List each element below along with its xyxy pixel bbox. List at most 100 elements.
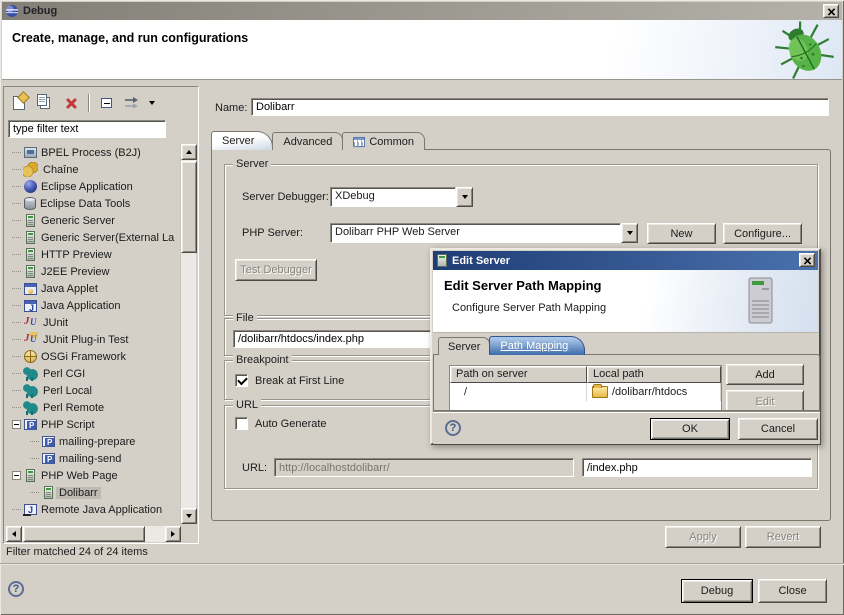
horizontal-scroll-thumb[interactable] (23, 526, 145, 542)
tree-item-perl-cgi[interactable]: Perl CGI (6, 365, 181, 382)
vertical-scroll-thumb[interactable] (181, 161, 197, 253)
perl-icon (23, 400, 38, 415)
expander-minus-icon[interactable] (12, 420, 21, 429)
cancel-button[interactable]: Cancel (738, 418, 818, 440)
ok-button[interactable]: OK (650, 418, 730, 440)
tree-item-java-applet[interactable]: Java Applet (6, 280, 181, 297)
break-at-first-line-checkbox[interactable] (235, 374, 248, 387)
tree-horizontal-scrollbar[interactable] (6, 526, 181, 542)
tab-advanced[interactable]: Advanced (272, 132, 343, 150)
scroll-right-button[interactable] (165, 526, 181, 542)
tree-item-http-preview[interactable]: HTTP Preview (6, 246, 181, 263)
dialog-help-button[interactable]: ? (445, 420, 461, 436)
tree-item-junit[interactable]: JUnit (6, 314, 181, 331)
new-configuration-button[interactable] (8, 92, 30, 114)
debug-button[interactable]: Debug (681, 579, 753, 603)
empty-row (450, 401, 721, 411)
tree-connector (10, 163, 23, 176)
tree-item-cha-ne[interactable]: Chaîne (6, 161, 181, 178)
edit-mapping-button[interactable]: Edit (726, 390, 804, 411)
tree-item-dolibarr[interactable]: Dolibarr (6, 484, 181, 501)
scroll-up-button[interactable] (181, 144, 197, 160)
tree-item-remote-java-application[interactable]: Remote Java Application (6, 501, 181, 518)
mapping-row[interactable]: //dolibarr/htdocs (450, 383, 721, 401)
tab-label: Advanced (283, 136, 332, 148)
tree-item-php-script[interactable]: PHP Script (6, 416, 181, 433)
column-header-local-path[interactable]: Local path (587, 366, 721, 383)
tab-path-mapping[interactable]: Path Mapping (489, 336, 585, 355)
tree-item-eclipse-application[interactable]: Eclipse Application (6, 178, 181, 195)
tree-item-label: PHP Web Page (38, 470, 121, 482)
edit-server-subheading: Configure Server Path Mapping (452, 302, 606, 314)
scroll-down-button[interactable] (181, 508, 197, 524)
tree-connector (28, 486, 41, 499)
name-input[interactable] (251, 98, 829, 116)
scroll-left-button[interactable] (6, 526, 22, 542)
tree-connector (10, 248, 23, 261)
tree-item-mailing-prepare[interactable]: mailing-prepare (6, 433, 181, 450)
tree-item-eclipse-data-tools[interactable]: Eclipse Data Tools (6, 195, 181, 212)
expander-minus-icon[interactable] (12, 471, 21, 480)
tree-item-java-application[interactable]: Java Application (6, 297, 181, 314)
remote-java-icon (24, 504, 37, 515)
server-icon (44, 486, 53, 499)
edit-server-buttonbar: ? OK Cancel (433, 411, 820, 444)
filter-icon (124, 96, 140, 110)
new-server-button[interactable]: New (647, 223, 716, 244)
filter-button[interactable] (121, 92, 143, 114)
close-button[interactable]: Close (758, 579, 827, 603)
tree-item-perl-remote[interactable]: Perl Remote (6, 399, 181, 416)
collapse-all-button[interactable] (95, 92, 117, 114)
tree-vertical-scrollbar[interactable] (180, 144, 196, 524)
server-debugger-combo[interactable]: XDebug (330, 187, 473, 207)
path-mapping-table[interactable]: Path on serverLocal path //dolibarr/htdo… (449, 365, 722, 411)
url-path-input[interactable] (582, 458, 812, 477)
edit-server-title: Edit Server (452, 255, 510, 267)
server-icon (26, 231, 35, 244)
tab-common[interactable]: Common (342, 132, 425, 150)
configure-server-button[interactable]: Configure... (723, 223, 802, 244)
tree-item-label: Perl Remote (40, 402, 107, 414)
tree-item-label: Perl CGI (40, 368, 88, 380)
tree-item-generic-server[interactable]: Generic Server (6, 212, 181, 229)
tree-connector (28, 452, 41, 465)
tab-server[interactable]: Server (438, 337, 490, 355)
php-server-dropdown-button[interactable] (621, 223, 638, 243)
tree-connector (10, 231, 23, 244)
test-debugger-button[interactable]: Test Debugger (235, 259, 317, 281)
tree-item-osgi-framework[interactable]: OSGi Framework (6, 348, 181, 365)
tab-server[interactable]: Server (211, 131, 273, 150)
php-server-value: Dolibarr PHP Web Server (330, 223, 621, 243)
column-header-path-on-server[interactable]: Path on server (450, 366, 587, 383)
tree-item-generic-server-external-la[interactable]: Generic Server(External La (6, 229, 181, 246)
footer-separator (0, 563, 844, 565)
tree-item-label: PHP Script (38, 419, 98, 431)
help-button[interactable]: ? (8, 581, 24, 597)
toolbar-menu-button[interactable] (147, 92, 157, 114)
php-icon (24, 419, 37, 430)
tree-item-mailing-send[interactable]: mailing-send (6, 450, 181, 467)
edit-server-close-button[interactable] (799, 253, 815, 267)
delete-button[interactable] (60, 92, 82, 114)
revert-button[interactable]: Revert (745, 526, 821, 548)
auto-generate-checkbox[interactable] (235, 417, 248, 430)
tree-item-junit-plug-in-test[interactable]: JUnit Plug-in Test (6, 331, 181, 348)
banner: Create, manage, and run configurations (2, 20, 842, 80)
add-mapping-button[interactable]: Add (726, 364, 804, 385)
auto-generate-label: Auto Generate (255, 418, 327, 430)
scroll-up-icon (186, 150, 192, 154)
duplicate-button[interactable] (34, 92, 56, 114)
name-label: Name: (215, 102, 247, 114)
configurations-toolbar (8, 90, 157, 116)
server-debugger-dropdown-button[interactable] (456, 187, 473, 207)
tree-item-j2ee-preview[interactable]: J2EE Preview (6, 263, 181, 280)
window-close-button[interactable] (823, 4, 839, 18)
tree-connector (10, 282, 23, 295)
tree-item-bpel-process-b2j[interactable]: BPEL Process (B2J) (6, 144, 181, 161)
apply-button[interactable]: Apply (665, 526, 741, 548)
tree-item-perl-local[interactable]: Perl Local (6, 382, 181, 399)
edit-server-heading: Edit Server Path Mapping (444, 278, 601, 293)
php-server-combo[interactable]: Dolibarr PHP Web Server (330, 223, 638, 243)
tree-item-php-web-page[interactable]: PHP Web Page (6, 467, 181, 484)
filter-input[interactable] (8, 120, 166, 138)
